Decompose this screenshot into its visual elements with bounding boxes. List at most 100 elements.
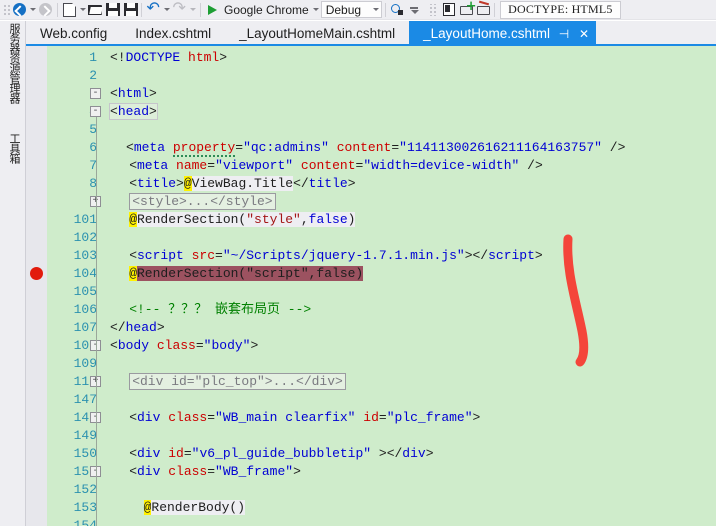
line-number: 102 [73, 230, 97, 245]
line-number: 109 [73, 356, 97, 371]
line-number: 8 [89, 176, 97, 191]
save-icon [105, 3, 120, 16]
code-text[interactable]: <meta name="viewport" content="width=dev… [129, 157, 543, 175]
code-text[interactable]: @RenderSection("style",false) [129, 211, 356, 229]
code-line[interactable] [26, 391, 716, 409]
navigate-forward-button[interactable] [37, 1, 54, 19]
open-file-icon [88, 4, 103, 16]
code-text[interactable]: <!-- ？？？ 嵌套布局页 --> [129, 301, 311, 319]
line-number: 149 [73, 428, 97, 443]
remove-comment-button[interactable] [474, 1, 491, 19]
new-file-dropdown[interactable] [78, 1, 87, 19]
start-debug-button[interactable] [204, 1, 221, 19]
collapse-region-icon[interactable]: - [90, 106, 101, 117]
code-text[interactable]: <style>...</style> [129, 193, 276, 211]
code-line[interactable] [26, 355, 716, 373]
code-text[interactable]: @RenderSection("script",false) [129, 265, 364, 283]
visual-studio-window: Google Chrome Debug DOCTYPE: HTML5 [0, 0, 716, 526]
undo-button[interactable] [145, 0, 162, 19]
editor-tab[interactable]: _LayoutHome.cshtml ⊣ ✕ [409, 21, 596, 46]
dock-item-server-explorer[interactable]: 服务器资源管理器 [2, 23, 21, 103]
code-line[interactable] [26, 427, 716, 445]
close-tab-icon[interactable]: ✕ [578, 27, 590, 41]
editor-tab-label: Web.config [40, 26, 108, 41]
code-text[interactable]: <title>@ViewBag.Title</title> [129, 175, 356, 193]
editor-tab[interactable]: Index.cshtml [121, 21, 225, 46]
column-selection-icon [409, 3, 421, 16]
code-text[interactable]: @RenderBody() [143, 499, 246, 517]
open-file-button[interactable] [87, 1, 104, 19]
line-number: 154 [73, 518, 97, 526]
run-target-dropdown[interactable] [312, 1, 321, 19]
code-editor[interactable]: 1<!DOCTYPE html>23-<html>4-<head>56<meta… [26, 46, 716, 526]
navigate-back-button[interactable] [11, 1, 28, 19]
editor-tab[interactable]: Web.config [26, 21, 121, 46]
code-text[interactable]: <head> [109, 103, 158, 121]
solution-configuration-caret[interactable] [371, 1, 380, 19]
code-line[interactable] [26, 67, 716, 85]
code-text[interactable]: <div id="plc_top">...</div> [129, 373, 346, 391]
collapse-region-icon[interactable]: - [90, 88, 101, 99]
document-outline-button[interactable] [440, 1, 457, 19]
code-text[interactable]: <!DOCTYPE html> [110, 49, 227, 67]
code-text[interactable]: <div class="WB_main clearfix" id="plc_fr… [129, 409, 480, 427]
save-button[interactable] [104, 1, 121, 19]
line-number: 153 [73, 500, 97, 515]
code-text[interactable]: <script src="~/Scripts/jquery-1.7.1.min.… [129, 247, 543, 265]
toolbar-overflow[interactable] [423, 1, 440, 19]
solution-configuration-label: Debug [325, 2, 362, 17]
line-number: 101 [73, 212, 97, 227]
line-number: 103 [73, 248, 97, 263]
line-number: 150 [73, 446, 97, 461]
line-number: 106 [73, 302, 97, 317]
navigate-forward-icon [39, 3, 52, 16]
code-line[interactable] [26, 481, 716, 499]
line-number: 105 [73, 284, 97, 299]
code-line[interactable] [26, 283, 716, 301]
save-all-icon [124, 3, 138, 16]
redo-icon [173, 0, 187, 17]
line-number: 107 [73, 320, 97, 335]
toolbar-separator [494, 2, 496, 17]
document-outline-icon [442, 3, 455, 16]
redo-button[interactable] [171, 0, 188, 19]
code-text[interactable]: <meta property="qc:admins" content="1141… [126, 139, 625, 157]
breakpoint-icon[interactable] [30, 267, 43, 280]
line-number: 5 [89, 122, 97, 137]
pin-tab-icon[interactable]: ⊣ [558, 27, 570, 41]
navigate-back-dropdown[interactable] [28, 1, 37, 19]
save-all-button[interactable] [121, 1, 138, 19]
code-line[interactable] [26, 121, 716, 139]
editor-tab-label: _LayoutHome.cshtml [423, 26, 550, 41]
doctype-readout-label: DOCTYPE: HTML5 [508, 2, 613, 16]
code-text[interactable]: <html> [110, 85, 157, 103]
find-button[interactable] [389, 1, 406, 19]
line-number: 147 [73, 392, 97, 407]
new-file-button[interactable] [61, 1, 78, 19]
add-comment-button[interactable] [457, 0, 476, 19]
undo-dropdown[interactable] [162, 1, 171, 19]
line-number: 2 [89, 68, 97, 83]
code-line[interactable] [26, 499, 716, 517]
line-number: 1 [89, 50, 97, 65]
run-target-label[interactable]: Google Chrome [221, 3, 312, 17]
doctype-readout[interactable]: DOCTYPE: HTML5 [500, 0, 621, 19]
editor-tab[interactable]: _LayoutHomeMain.cshtml [225, 21, 409, 46]
code-text[interactable]: <body class="body"> [110, 337, 258, 355]
dock-item-toolbox[interactable]: 工具箱 [2, 133, 21, 163]
code-lines-container: 1<!DOCTYPE html>23-<html>4-<head>56<meta… [26, 46, 716, 526]
column-selection-button[interactable] [406, 1, 423, 19]
code-text[interactable]: <div id="v6_pl_guide_bubbletip" ></div> [129, 445, 433, 463]
toolbar-separator [57, 2, 58, 17]
navigate-back-icon [13, 3, 26, 16]
solution-configuration-combo[interactable]: Debug [320, 1, 383, 19]
code-line[interactable] [26, 229, 716, 247]
main-toolbar: Google Chrome Debug DOCTYPE: HTML5 [0, 0, 716, 20]
code-text[interactable]: </head> [110, 319, 165, 337]
code-text[interactable]: <div class="WB_frame"> [129, 463, 301, 481]
code-line[interactable] [26, 517, 716, 526]
editor-tab-label: Index.cshtml [135, 26, 212, 41]
overflow-dots-icon [427, 3, 436, 16]
redo-dropdown[interactable] [188, 1, 197, 19]
toolbar-grip[interactable] [2, 2, 11, 17]
